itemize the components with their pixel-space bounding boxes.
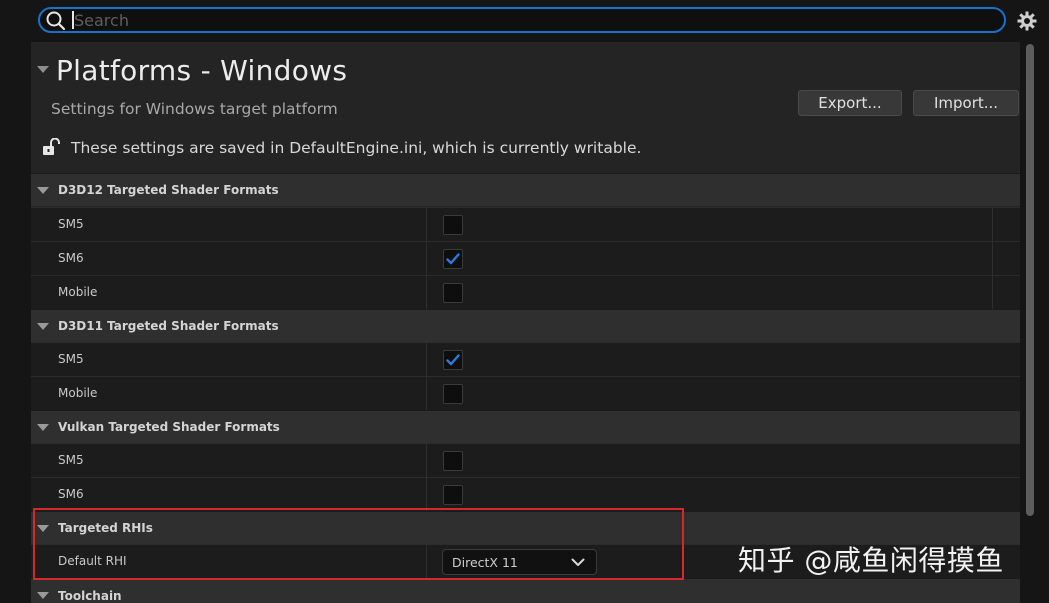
property-label: Mobile <box>58 285 98 299</box>
vulkan-sm6-checkbox[interactable] <box>443 485 463 505</box>
property-label: SM6 <box>58 251 84 265</box>
section-title: Toolchain <box>58 589 122 603</box>
property-row: SM5 <box>31 443 1020 477</box>
watermark: 知乎 @咸鱼闲得摸鱼 <box>738 544 1004 577</box>
property-label: Mobile <box>58 386 98 400</box>
page-title: Platforms - Windows <box>56 54 348 87</box>
column-divider <box>426 208 427 241</box>
dropdown-value: DirectX 11 <box>452 555 518 570</box>
checkmark-icon <box>446 253 460 265</box>
property-row: SM5 <box>31 342 1020 376</box>
column-divider <box>426 377 427 410</box>
column-divider <box>426 478 427 511</box>
vulkan-sm5-checkbox[interactable] <box>443 451 463 471</box>
column-divider <box>992 242 993 275</box>
collapse-arrow-icon <box>37 424 49 431</box>
column-divider <box>426 276 427 309</box>
d3d11-mobile-checkbox[interactable] <box>443 384 463 404</box>
section-title: D3D12 Targeted Shader Formats <box>58 183 279 197</box>
property-row: SM6 <box>31 477 1020 511</box>
vertical-scrollbar[interactable] <box>1026 44 1034 516</box>
property-row: Mobile <box>31 275 1020 309</box>
property-row: Mobile <box>31 376 1020 410</box>
section-title: D3D11 Targeted Shader Formats <box>58 319 279 333</box>
search-icon <box>46 11 66 35</box>
save-location-message: These settings are saved in DefaultEngin… <box>71 139 642 157</box>
unlock-icon <box>42 137 62 160</box>
export-button[interactable]: Export... <box>798 90 902 116</box>
import-button[interactable]: Import... <box>913 90 1019 116</box>
column-divider <box>992 276 993 309</box>
checkmark-icon <box>446 354 460 366</box>
section-toolchain[interactable]: Toolchain <box>31 578 1020 603</box>
chevron-down-icon <box>571 558 585 566</box>
section-d3d12-shader-formats[interactable]: D3D12 Targeted Shader Formats <box>31 173 1020 206</box>
default-rhi-dropdown[interactable]: DirectX 11 <box>442 549 597 575</box>
collapse-arrow-icon[interactable] <box>37 66 49 73</box>
column-divider <box>426 343 427 376</box>
column-divider <box>992 208 993 241</box>
d3d12-sm6-checkbox[interactable] <box>443 249 463 269</box>
column-divider <box>426 545 427 578</box>
gear-icon[interactable] <box>1017 11 1037 35</box>
property-label: SM5 <box>58 453 84 467</box>
property-row: SM6 <box>31 241 1020 275</box>
property-row: SM5 <box>31 207 1020 241</box>
d3d12-sm5-checkbox[interactable] <box>443 215 463 235</box>
search-input[interactable] <box>72 11 974 29</box>
page-subtitle: Settings for Windows target platform <box>51 100 338 118</box>
section-d3d11-shader-formats[interactable]: D3D11 Targeted Shader Formats <box>31 309 1020 342</box>
collapse-arrow-icon <box>37 323 49 330</box>
property-label: SM6 <box>58 487 84 501</box>
section-title: Vulkan Targeted Shader Formats <box>58 420 280 434</box>
section-vulkan-shader-formats[interactable]: Vulkan Targeted Shader Formats <box>31 410 1020 443</box>
d3d12-mobile-checkbox[interactable] <box>443 283 463 303</box>
collapse-arrow-icon <box>37 525 49 532</box>
section-title: Targeted RHIs <box>58 521 153 535</box>
property-label: SM5 <box>58 217 84 231</box>
collapse-arrow-icon <box>37 592 49 599</box>
property-label: SM5 <box>58 352 84 366</box>
settings-panel: Platforms - Windows Settings for Windows… <box>31 42 1020 603</box>
d3d11-sm5-checkbox[interactable] <box>443 350 463 370</box>
property-label: Default RHI <box>58 554 127 568</box>
column-divider <box>426 444 427 477</box>
search-bar[interactable] <box>38 7 1006 33</box>
column-divider <box>426 242 427 275</box>
collapse-arrow-icon <box>37 187 49 194</box>
